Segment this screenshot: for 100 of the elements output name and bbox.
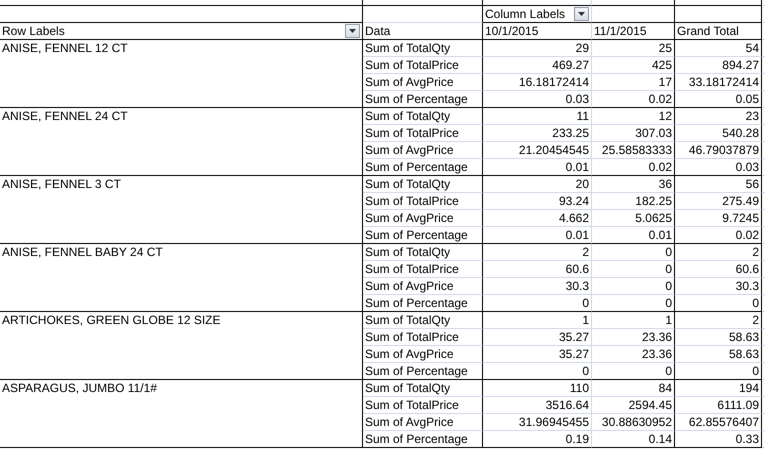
column-header: Grand Total (677, 23, 739, 39)
row-label: ASPARAGUS, JUMBO 11/1# (2, 380, 157, 396)
value-cell: 33.18172414 (688, 74, 759, 90)
value-cell: 0 (665, 363, 672, 379)
column-labels-header: Column Labels (485, 6, 566, 22)
value-cell: 4.662 (558, 210, 589, 226)
data-field-label: Sum of Percentage (365, 295, 468, 311)
value-cell: 0 (752, 295, 759, 311)
value-cell: 46.79037879 (688, 142, 759, 158)
data-field-label: Sum of Percentage (365, 431, 468, 447)
row-label: ARTICHOKES, GREEN GLOBE 12 SIZE (2, 312, 221, 328)
value-cell: 23.36 (642, 346, 672, 362)
value-cell: 20 (576, 176, 589, 192)
data-field-label: Sum of Percentage (365, 91, 468, 107)
value-cell: 23.36 (642, 329, 672, 345)
data-field-label: Sum of TotalQty (365, 312, 450, 328)
caret-icon (578, 12, 585, 16)
value-cell: 36 (658, 176, 672, 192)
value-cell: 0 (582, 295, 589, 311)
value-cell: 0.33 (736, 431, 759, 447)
row-label: ANISE, FENNEL BABY 24 CT (2, 244, 163, 260)
dropdown-button[interactable] (574, 7, 589, 21)
row-label: ANISE, FENNEL 3 CT (2, 176, 121, 192)
value-cell: 0.01 (566, 227, 589, 243)
value-cell: 31.96945455 (518, 414, 589, 430)
value-cell: 0.05 (736, 91, 759, 107)
data-field-label: Sum of AvgPrice (365, 414, 454, 430)
value-cell: 30.3 (566, 278, 589, 294)
data-field-label: Sum of TotalPrice (365, 57, 459, 73)
value-cell: 54 (746, 40, 759, 56)
value-cell: 894.27 (722, 57, 759, 73)
value-cell: 62.85576407 (688, 414, 759, 430)
value-cell: 0.02 (648, 91, 672, 107)
data-field-label: Sum of TotalPrice (365, 261, 459, 277)
value-cell: 60.6 (566, 261, 589, 277)
data-field-label: Sum of TotalQty (365, 40, 450, 56)
data-field-label: Sum of Percentage (365, 227, 468, 243)
data-field-label: Sum of Percentage (365, 159, 468, 175)
value-cell: 194 (738, 380, 759, 396)
data-field-label: Sum of AvgPrice (365, 74, 454, 90)
value-cell: 29 (576, 40, 589, 56)
value-cell: 23 (746, 108, 759, 124)
value-cell: 425 (652, 57, 672, 73)
value-cell: 93.24 (558, 193, 589, 209)
value-cell: 0 (665, 244, 672, 260)
value-cell: 0.01 (648, 227, 672, 243)
value-cell: 1 (582, 312, 589, 328)
value-cell: 17 (658, 74, 672, 90)
value-cell: 60.6 (736, 261, 759, 277)
value-cell: 0 (665, 278, 672, 294)
value-cell: 275.49 (722, 193, 759, 209)
value-cell: 9.7245 (722, 210, 759, 226)
value-cell: 1 (665, 312, 672, 328)
value-cell: 233.25 (552, 125, 589, 141)
value-cell: 540.28 (722, 125, 759, 141)
data-header: Data (365, 23, 390, 39)
value-cell: 3516.64 (546, 397, 589, 413)
value-cell: 182.25 (635, 193, 672, 209)
value-cell: 0 (665, 295, 672, 311)
data-field-label: Sum of AvgPrice (365, 346, 454, 362)
value-cell: 307.03 (635, 125, 672, 141)
value-cell: 35.27 (558, 329, 589, 345)
row-label: ANISE, FENNEL 12 CT (2, 40, 128, 56)
data-field-label: Sum of TotalPrice (365, 125, 459, 141)
value-cell: 2 (752, 312, 759, 328)
column-header: 10/1/2015 (485, 23, 538, 39)
data-field-label: Sum of TotalQty (365, 176, 450, 192)
caret-icon (349, 29, 356, 33)
value-cell: 110 (570, 380, 589, 396)
value-cell: 0 (752, 363, 759, 379)
value-cell: 0.02 (648, 159, 672, 175)
value-cell: 2 (752, 244, 759, 260)
value-cell: 0.01 (566, 159, 589, 175)
column-header: 11/1/2015 (594, 23, 646, 39)
value-cell: 5.0625 (635, 210, 672, 226)
data-field-label: Sum of AvgPrice (365, 210, 454, 226)
value-cell: 58.63 (728, 346, 759, 362)
data-field-label: Sum of AvgPrice (365, 142, 454, 158)
value-cell: 0 (665, 261, 672, 277)
value-cell: 25 (658, 40, 672, 56)
value-cell: 0.19 (566, 431, 589, 447)
value-cell: 11 (576, 108, 589, 124)
row-label: ANISE, FENNEL 24 CT (2, 108, 128, 124)
data-field-label: Sum of TotalQty (365, 244, 450, 260)
value-cell: 2 (582, 244, 589, 260)
value-cell: 35.27 (558, 346, 589, 362)
data-field-label: Sum of TotalPrice (365, 329, 459, 345)
value-cell: 0.02 (736, 227, 759, 243)
data-field-label: Sum of TotalQty (365, 108, 450, 124)
dropdown-button[interactable] (345, 24, 360, 38)
data-field-label: Sum of TotalPrice (365, 193, 459, 209)
value-cell: 0 (582, 363, 589, 379)
row-labels-header: Row Labels (2, 23, 65, 39)
value-cell: 21.20454545 (518, 142, 589, 158)
value-cell: 6111.09 (717, 397, 759, 413)
value-cell: 0.03 (736, 159, 759, 175)
data-field-label: Sum of AvgPrice (365, 278, 454, 294)
value-cell: 0.14 (648, 431, 672, 447)
value-cell: 16.18172414 (518, 74, 589, 90)
value-cell: 12 (658, 108, 672, 124)
